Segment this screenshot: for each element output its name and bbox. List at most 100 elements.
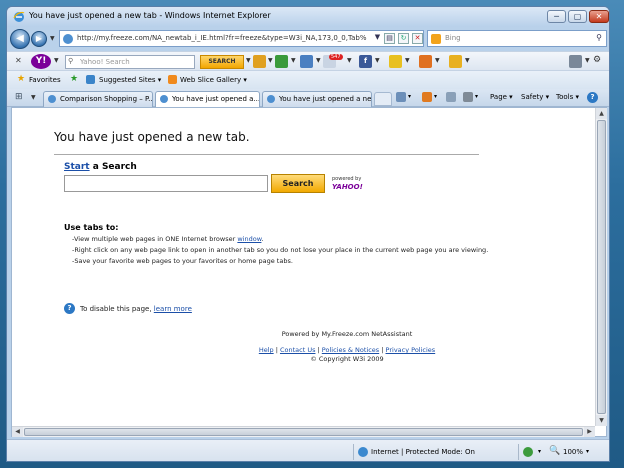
tip-item: -Save your favorite web pages to your fa… — [72, 257, 293, 265]
tools-menu[interactable]: Tools ▾ — [556, 93, 579, 101]
toolbar-menu-dropdown[interactable]: ▼ — [585, 57, 590, 64]
envelope-dropdown[interactable]: ▼ — [347, 57, 352, 64]
scroll-down-arrow[interactable]: ▼ — [596, 415, 607, 426]
page-heading: You have just opened a new tab. — [54, 130, 250, 144]
ie-logo-icon — [13, 11, 25, 22]
status-divider — [353, 444, 354, 460]
web-slice-gallery-link[interactable]: Web Slice Gallery ▾ — [180, 76, 247, 84]
close-window-button[interactable]: ✕ — [589, 10, 609, 23]
tab-new-tab-active[interactable]: You have just opened a... — [155, 91, 260, 107]
mail-dropdown[interactable]: ▼ — [316, 57, 321, 64]
vertical-scrollbar[interactable]: ▲ ▼ — [595, 108, 607, 426]
scroll-up-arrow[interactable]: ▲ — [596, 108, 607, 119]
learn-more-link[interactable]: learn more — [154, 305, 192, 313]
window-title: You have just opened a new tab - Windows… — [29, 11, 271, 20]
refresh-icon[interactable]: ↻ — [398, 33, 409, 44]
vertical-scroll-thumb[interactable] — [597, 120, 606, 414]
quick-tabs-icon[interactable]: ⊞ — [15, 92, 23, 102]
recent-pages-dropdown[interactable]: ▼ — [50, 35, 55, 42]
toolbar-close-icon[interactable]: ✕ — [15, 56, 22, 65]
footer-policies-link[interactable]: Policies & Notices — [322, 346, 379, 354]
tabs-tips-heading: Use tabs to: — [64, 223, 119, 232]
search-go-icon[interactable]: ⚲ — [596, 33, 602, 42]
footer-privacy-link[interactable]: Privacy Policies — [386, 346, 436, 354]
footer-contact-link[interactable]: Contact Us — [280, 346, 316, 354]
tab-comparison-shopping[interactable]: Comparison Shopping – P... — [43, 91, 153, 107]
arrow-icon[interactable] — [275, 55, 288, 68]
maximize-button[interactable]: ▢ — [568, 10, 587, 23]
bookmark-icon[interactable] — [253, 55, 266, 68]
start-link[interactable]: Start — [64, 162, 90, 172]
security-zone-status[interactable]: Internet | Protected Mode: On — [371, 448, 475, 456]
favorites-button[interactable]: Favorites — [29, 76, 61, 84]
disable-page-notice: To disable this page, learn more — [80, 305, 192, 313]
tip-item: -Right click on any web page link to ope… — [72, 246, 489, 254]
news-icon[interactable] — [419, 55, 432, 68]
minimize-button[interactable]: ─ — [547, 10, 566, 23]
tab-favicon — [267, 95, 275, 103]
add-favorite-icon[interactable]: ★ — [70, 74, 78, 84]
feeds-icon[interactable] — [422, 92, 432, 102]
tab-list-dropdown[interactable]: ▼ — [31, 94, 36, 101]
search-options-dropdown[interactable]: ▼ — [246, 57, 251, 64]
powered-by-footer: Powered by My.Freeze.com NetAssistant — [281, 330, 413, 338]
title-bar: You have just opened a new tab - Windows… — [7, 7, 609, 27]
horizontal-scrollbar[interactable]: ◀ ▶ — [12, 426, 595, 437]
page-globe-icon — [63, 34, 73, 44]
feeds-dropdown[interactable]: ▾ — [434, 93, 437, 100]
bing-search-box[interactable]: Bing ⚲ — [427, 30, 607, 47]
back-button[interactable]: ◀ — [10, 29, 30, 49]
toolbar-menu-icon[interactable] — [569, 55, 582, 68]
web-search-button[interactable]: Search — [271, 174, 325, 193]
tab-new-tab[interactable]: You have just opened a ne... — [262, 91, 372, 107]
internet-zone-globe-icon — [358, 447, 368, 457]
zoom-level[interactable]: 100% — [563, 448, 583, 456]
yahoo-logo-icon[interactable]: Y! — [31, 54, 51, 69]
scroll-left-arrow[interactable]: ◀ — [12, 427, 23, 437]
safety-menu[interactable]: Safety ▾ — [521, 93, 549, 101]
home-dropdown[interactable]: ▾ — [408, 93, 411, 100]
footer-help-link[interactable]: Help — [259, 346, 274, 354]
address-row: ◀ ▶ ▼ http://my.freeze.com/NA_newtab_i_I… — [7, 27, 609, 51]
forward-button[interactable]: ▶ — [31, 31, 47, 47]
zoom-magnifier-icon[interactable]: 🔍 — [549, 446, 560, 456]
messenger-dropdown[interactable]: ▼ — [405, 57, 410, 64]
print-icon[interactable] — [463, 92, 473, 102]
status-bar: Internet | Protected Mode: On ▾ 🔍 100% ▾ — [7, 439, 609, 461]
bing-search-placeholder[interactable]: Bing — [445, 34, 461, 42]
yahoo-search-input[interactable]: Yahoo! Search — [65, 55, 195, 69]
page-menu[interactable]: Page ▾ — [490, 93, 513, 101]
stop-icon[interactable]: ✕ — [412, 33, 423, 44]
suggested-sites-link[interactable]: Suggested Sites ▾ — [99, 76, 161, 84]
yahoo-search-button[interactable]: SEARCH — [200, 55, 244, 69]
bookmark-dropdown[interactable]: ▼ — [268, 57, 273, 64]
horizontal-scroll-thumb[interactable] — [24, 428, 583, 436]
new-tab-button[interactable] — [374, 92, 392, 106]
zoom-dropdown[interactable]: ▾ — [586, 448, 589, 455]
status-options-dropdown[interactable]: ▾ — [538, 448, 541, 455]
address-url[interactable]: http://my.freeze.com/NA_newtab_i_IE.html… — [77, 34, 367, 42]
web-search-input[interactable] — [64, 175, 268, 192]
compatibility-view-icon[interactable]: ▤ — [384, 33, 395, 44]
mail-icon[interactable] — [300, 55, 313, 68]
news-dropdown[interactable]: ▼ — [435, 57, 440, 64]
address-dropdown[interactable]: ▼ — [372, 33, 383, 44]
tip-item: -View multiple web pages in ONE Internet… — [72, 235, 264, 243]
yahoo-menu-dropdown[interactable]: ▼ — [54, 57, 59, 64]
protected-mode-icon[interactable] — [523, 447, 533, 457]
read-mail-icon[interactable] — [446, 92, 456, 102]
help-menu-icon[interactable]: ? — [587, 92, 598, 103]
games-icon[interactable] — [449, 55, 462, 68]
address-bar[interactable]: http://my.freeze.com/NA_newtab_i_IE.html… — [59, 30, 424, 47]
facebook-dropdown[interactable]: ▼ — [375, 57, 380, 64]
favorites-bar: ★ Favorites ★ Suggested Sites ▾ Web Slic… — [7, 71, 609, 89]
scroll-right-arrow[interactable]: ▶ — [584, 427, 595, 437]
facebook-icon[interactable]: f — [359, 55, 372, 68]
window-link[interactable]: window — [237, 235, 261, 243]
print-dropdown[interactable]: ▾ — [475, 93, 478, 100]
arrow-dropdown[interactable]: ▼ — [291, 57, 296, 64]
messenger-icon[interactable] — [389, 55, 402, 68]
toolbar-settings-gear-icon[interactable]: ⚙ — [593, 55, 601, 65]
games-dropdown[interactable]: ▼ — [465, 57, 470, 64]
home-icon[interactable] — [396, 92, 406, 102]
